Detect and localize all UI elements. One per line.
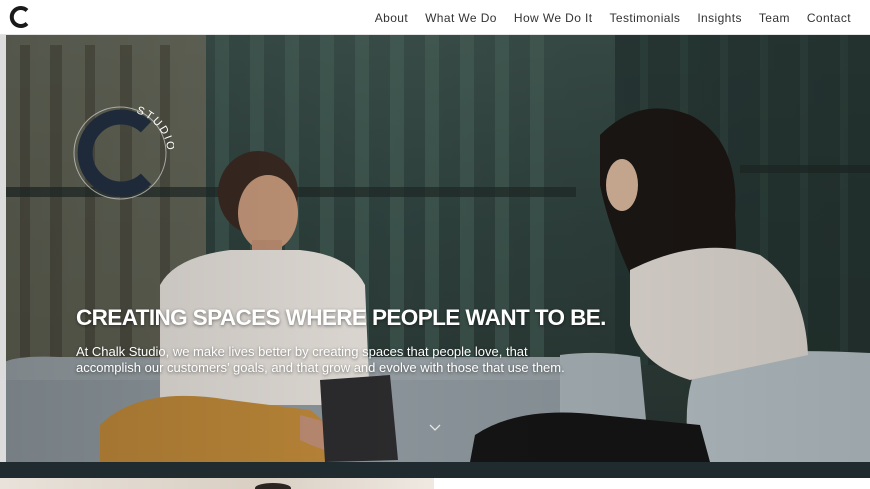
nav-how-we-do-it[interactable]: How We Do It <box>514 11 593 25</box>
main-nav: About What We Do How We Do It Testimonia… <box>358 0 851 35</box>
chalk-logo[interactable] <box>8 4 32 30</box>
nav-what-we-do[interactable]: What We Do <box>425 11 497 25</box>
nav-about[interactable]: About <box>375 11 408 25</box>
chalk-studio-logo: STUDIO <box>73 104 174 200</box>
chevron-down-icon[interactable] <box>427 421 443 433</box>
next-section-image <box>0 478 434 489</box>
site-header: About What We Do How We Do It Testimonia… <box>0 0 870 35</box>
hero-subtitle-line-1: At Chalk Studio, we make lives better by… <box>76 344 528 359</box>
nav-contact[interactable]: Contact <box>807 11 851 25</box>
nav-testimonials[interactable]: Testimonials <box>610 11 681 25</box>
hero-subtitle-line-2: accomplish our customers’ goals, and tha… <box>76 360 565 375</box>
hero-title: CREATING SPACES WHERE PEOPLE WANT TO BE. <box>76 305 606 330</box>
section-divider <box>0 462 870 478</box>
nav-team[interactable]: Team <box>759 11 790 25</box>
hero-section: STUDIO CREATING SPACES WHERE PEOPLE WANT… <box>0 35 870 462</box>
hero-subtitle: At Chalk Studio, we make lives better by… <box>76 344 636 376</box>
nav-insights[interactable]: Insights <box>697 11 742 25</box>
